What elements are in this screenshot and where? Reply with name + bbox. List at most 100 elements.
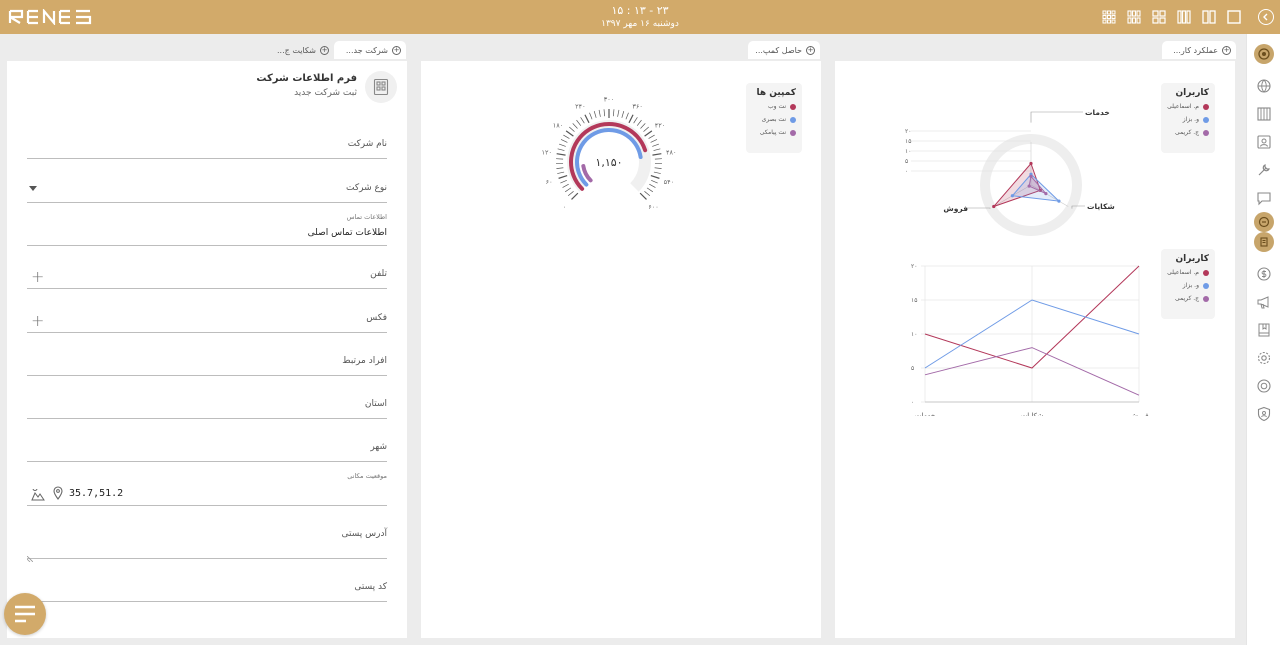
fax-field[interactable]: فکس + xyxy=(27,305,387,333)
layout-nine-icon[interactable] xyxy=(1100,9,1117,25)
legend-item[interactable]: ج. کریمی xyxy=(1161,126,1215,139)
campaign-result-panel: ۰ ۶۰ ۱۲۰ ۱۸۰ ۲۴۰ ۳۰۰ ۳۶۰ ۴۲۰ ۴۸۰ ۵۴۰ ۶۰۰ ۱,۱۵۰ کمپی… xyxy=(421,61,821,638)
gauge-tick xyxy=(560,139,568,143)
layout-three-column-icon[interactable] xyxy=(1175,9,1192,25)
legend-item[interactable]: نت پیامکی xyxy=(746,126,802,139)
megaphone-icon[interactable] xyxy=(1254,292,1274,312)
legend-item[interactable]: و. بزاز xyxy=(1161,113,1215,126)
gauge-tick xyxy=(560,179,567,184)
chevron-left-icon[interactable] xyxy=(1258,9,1274,25)
resize-handle-icon[interactable] xyxy=(26,547,34,566)
support-icon[interactable] xyxy=(1254,376,1274,396)
radar-axis-label: فروش xyxy=(943,204,968,213)
tab-new-company[interactable]: + شرکت جد... xyxy=(334,41,406,59)
message-icon[interactable] xyxy=(1254,188,1274,208)
gauge-tick xyxy=(556,153,566,156)
postal-code-field[interactable]: کد پستی xyxy=(27,576,387,602)
caret-down-icon[interactable] xyxy=(29,186,37,191)
legend-item[interactable]: م. اسماعیلی xyxy=(1161,100,1215,113)
contacts-icon[interactable] xyxy=(1254,132,1274,152)
gauge-tick xyxy=(650,139,658,143)
gauge-tick xyxy=(567,191,574,197)
app-logo xyxy=(8,9,92,25)
layout-quad-icon[interactable] xyxy=(1150,9,1167,25)
city-field[interactable]: شهر xyxy=(27,434,387,462)
legend-label: نت بصری xyxy=(761,116,786,123)
layout-single-icon[interactable] xyxy=(1225,9,1242,25)
line-x-tick-label: خدمات xyxy=(915,412,935,416)
gauge-tick xyxy=(584,114,590,124)
gauge-tick xyxy=(652,143,659,147)
settings-icon[interactable] xyxy=(1254,348,1274,368)
gauge-scale-label: ۶۰ xyxy=(546,178,553,186)
legend-item[interactable]: نت بصری xyxy=(746,113,802,126)
report-icon[interactable] xyxy=(1254,232,1274,252)
gauge-tick xyxy=(589,112,593,120)
tools-icon[interactable] xyxy=(1254,160,1274,180)
gauge-tick xyxy=(612,109,615,117)
app-menu-button[interactable] xyxy=(4,593,46,635)
campaign-icon[interactable] xyxy=(1254,212,1274,232)
shield-icon[interactable] xyxy=(1254,404,1274,424)
tab-campaign-result[interactable]: + حاصل کمپ... xyxy=(748,41,820,59)
globe-icon[interactable] xyxy=(1254,76,1274,96)
tab-complaints[interactable]: + شکایت ج... xyxy=(268,41,334,59)
add-phone-plus-icon[interactable]: + xyxy=(31,269,44,285)
gauge-tick xyxy=(649,183,656,188)
layout-six-icon[interactable] xyxy=(1125,9,1142,25)
line-y-tick-label: ۵ xyxy=(911,365,914,372)
gauge-tick xyxy=(617,109,620,117)
building-list-icon[interactable] xyxy=(1254,104,1274,124)
line-x-tick-label: فروش xyxy=(1129,412,1148,416)
menu-logo-icon xyxy=(15,605,35,623)
legend-dot xyxy=(790,103,796,110)
postal-address-field[interactable]: آدرس پستی xyxy=(26,523,387,563)
field-label: کد پستی xyxy=(354,582,387,592)
gauge-tick xyxy=(633,117,638,124)
legend-dot xyxy=(1203,116,1209,123)
company-form-panel: فرم اطلاعات شرکت ثبت شرکت جدید نام شرکت … xyxy=(7,61,407,638)
legend-item[interactable]: نت وب xyxy=(746,100,802,113)
field-value: 35.7,51.2 xyxy=(69,488,124,499)
legend-label: نت وب xyxy=(767,103,786,110)
location-field[interactable]: موقعیت مکانی 35.7,51.2 xyxy=(27,472,387,506)
map-icon[interactable] xyxy=(31,486,45,505)
gauge-scale-label: ۳۰۰ xyxy=(604,96,614,104)
field-small-label: اطلاعات تماس xyxy=(346,213,387,221)
gauge-tick xyxy=(593,111,597,118)
company-type-select[interactable]: نوع شرکت xyxy=(27,175,387,203)
layout-two-column-icon[interactable] xyxy=(1200,9,1217,25)
gauge-tick xyxy=(643,126,649,132)
phone-field[interactable]: تلفن + xyxy=(27,261,387,289)
add-fax-plus-icon[interactable]: + xyxy=(31,313,44,329)
gauge-tick xyxy=(636,119,642,126)
form-subtitle: ثبت شرکت جدید xyxy=(294,88,357,98)
tab-performance[interactable]: + عملکرد کار... xyxy=(1162,41,1236,59)
gauge-tick xyxy=(556,167,564,169)
legend-item[interactable]: ج. کریمی xyxy=(1161,292,1215,305)
gauge-center-value: ۱,۱۵۰ xyxy=(595,156,622,169)
book-icon[interactable] xyxy=(1254,320,1274,340)
related-people-field[interactable]: افراد مرتبط xyxy=(27,348,387,376)
clock: ۱۵ : ۱۳ - ۲۳ دوشنبه ۱۶ مهر ۱۳۹۷ xyxy=(540,4,740,30)
plus-circle-icon: + xyxy=(320,45,329,55)
radar-point xyxy=(1057,199,1061,203)
location-pin-icon[interactable] xyxy=(53,485,63,504)
legend-item[interactable]: م. اسماعیلی xyxy=(1161,266,1215,279)
gauge-tick xyxy=(639,192,647,200)
currency-icon[interactable] xyxy=(1254,264,1274,284)
company-name-field[interactable]: نام شرکت xyxy=(27,131,387,159)
field-label: آدرس پستی xyxy=(341,529,387,539)
gauge-scale-label: ۶۰۰ xyxy=(648,203,658,211)
field-label: فکس xyxy=(366,313,387,323)
contact-info-field[interactable]: اطلاعات تماس اطلاعات تماس اصلی xyxy=(27,213,387,246)
line-legend: کاربران م. اسماعیلی و. بزاز ج. کریمی xyxy=(1161,249,1215,319)
radar-point xyxy=(1027,184,1031,188)
province-field[interactable]: استان xyxy=(27,391,387,419)
dashboard-icon[interactable] xyxy=(1254,44,1274,64)
radar-point xyxy=(1010,194,1014,198)
radar-point xyxy=(1044,192,1048,196)
form-header: فرم اطلاعات شرکت ثبت شرکت جدید xyxy=(157,71,397,105)
gauge-tick xyxy=(598,109,601,117)
legend-item[interactable]: و. بزاز xyxy=(1161,279,1215,292)
